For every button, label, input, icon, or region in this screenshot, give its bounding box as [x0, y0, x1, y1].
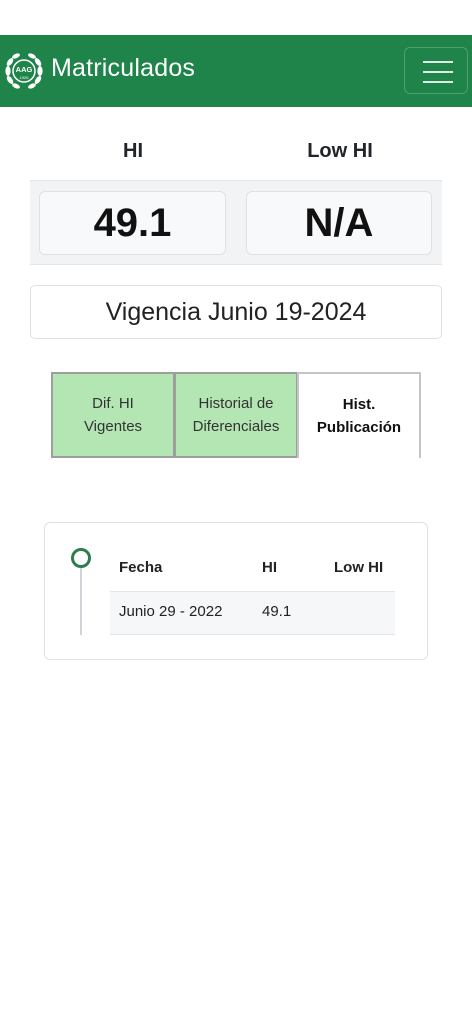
navbar: AAG 1926 Matriculados [0, 35, 472, 107]
column-header-hi: HI [262, 559, 277, 576]
hamburger-icon [423, 61, 453, 63]
history-card: Fecha HI Low HI Junio 29 - 2022 49.1 [44, 522, 428, 660]
hi-value: 49.1 [39, 191, 226, 255]
handicap-panel: 49.1 N/A [30, 180, 442, 265]
column-header-fecha: Fecha [119, 559, 163, 576]
tab-historial-diferenciales[interactable]: Historial de Diferenciales [174, 372, 298, 458]
low-hi-value: N/A [246, 191, 432, 255]
vigencia-banner: Vigencia Junio 19-2024 [30, 285, 442, 339]
tab-dif-hi-vigentes[interactable]: Dif. HI Vigentes [51, 372, 175, 458]
page-title[interactable]: Matriculados [51, 54, 195, 83]
logo-text: AAG [16, 65, 33, 74]
row-hi: 49.1 [262, 603, 292, 620]
tab-hist-publicacion[interactable]: Hist. Publicación [297, 372, 421, 458]
aag-logo[interactable]: AAG 1926 [2, 49, 46, 93]
table-row: Junio 29 - 2022 49.1 [110, 592, 395, 635]
timeline-line [80, 568, 82, 635]
row-fecha: Junio 29 - 2022 [119, 603, 223, 620]
hamburger-icon-bar [423, 81, 453, 83]
column-header-low-hi: Low HI [334, 559, 384, 576]
logo-year: 1926 [20, 75, 30, 80]
timeline-dot-icon [71, 548, 91, 568]
hi-label: HI [123, 140, 143, 162]
menu-toggle-button[interactable] [404, 47, 468, 94]
low-hi-label: Low HI [307, 140, 373, 162]
hamburger-icon-bar [423, 71, 453, 73]
